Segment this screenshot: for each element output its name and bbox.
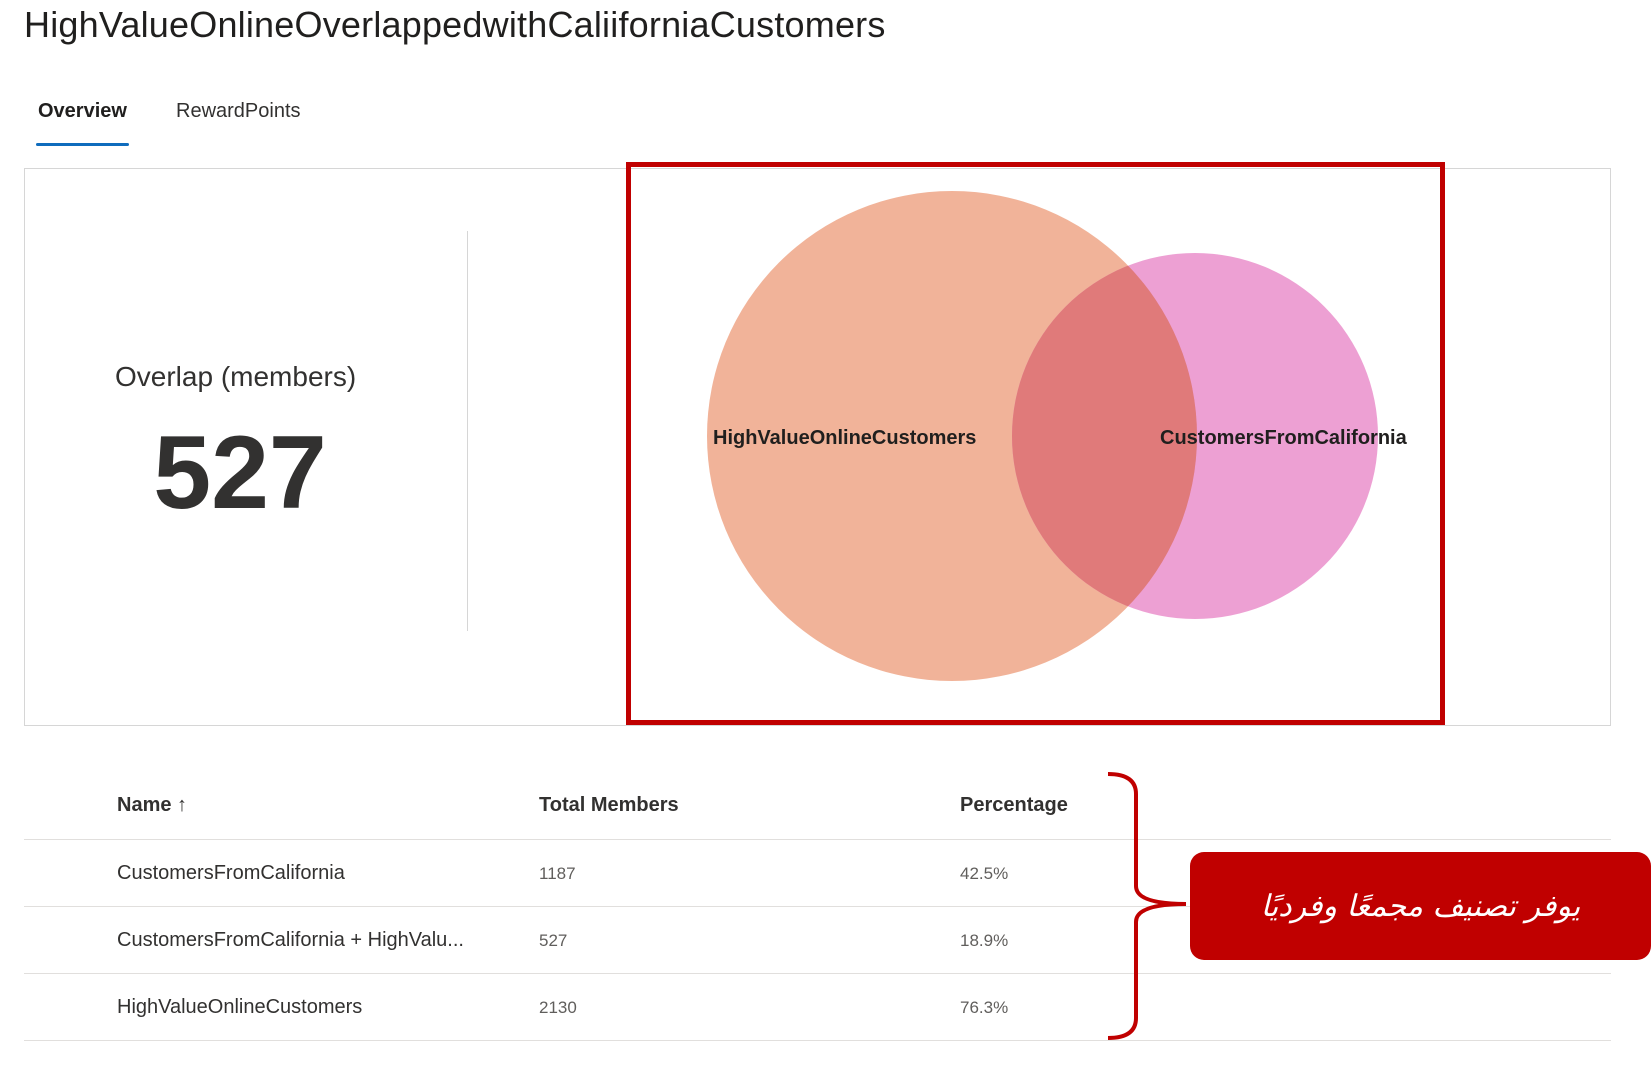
row-percentage: 42.5% [960,864,1009,883]
row-percentage: 76.3% [960,998,1009,1017]
row-total-members: 527 [539,931,568,950]
card-divider [467,231,468,631]
table-row[interactable]: HighValueOnlineCustomers 2130 76.3% [24,974,1611,1041]
row-name: CustomersFromCalifornia + HighValu... [117,929,464,951]
venn-label-highvalue: HighValueOnlineCustomers [713,427,976,449]
page-title: HighValueOnlineOverlappedwithCaliifornia… [24,4,886,45]
column-header-percentage[interactable]: Percentage [960,794,1068,817]
row-name: CustomersFromCalifornia [117,862,345,884]
table-header-row: Name ↑ Total Members Percentage [24,772,1611,840]
row-percentage: 18.9% [960,931,1009,950]
tab-overview[interactable]: Overview [24,92,141,146]
row-name: HighValueOnlineCustomers [117,996,363,1018]
venn-diagram: HighValueOnlineCustomers CustomersFromCa… [707,191,1408,681]
column-header-name[interactable]: Name ↑ [117,794,187,817]
column-header-total-members[interactable]: Total Members [539,794,679,817]
row-total-members: 1187 [539,864,576,883]
overlap-label: Overlap (members) [115,361,357,392]
venn-label-california: CustomersFromCalifornia [1160,427,1408,449]
annotation-callout: يوفر تصنيف مجمعًا وفرديًا [1190,852,1651,960]
overlap-value: 527 [153,415,327,531]
bracket-annotation [1107,772,1187,1040]
tab-rewardpoints[interactable]: RewardPoints [162,92,315,146]
row-total-members: 2130 [539,998,577,1017]
